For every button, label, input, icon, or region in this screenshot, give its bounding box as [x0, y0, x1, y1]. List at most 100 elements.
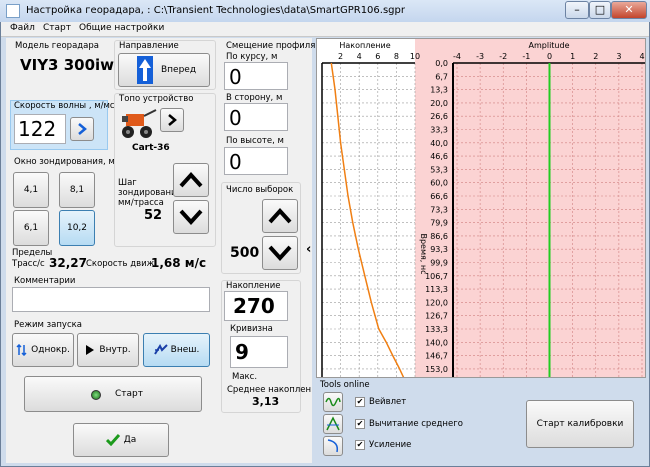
traces-value: 32,27 — [49, 256, 87, 270]
play-icon — [86, 345, 95, 355]
topo-label: Топо устройство — [119, 94, 194, 104]
menu-start[interactable]: Старт — [43, 23, 71, 33]
x-tick-label-amplitude: -2 — [499, 52, 507, 61]
avg-stacking-label: Среднее накоплен — [227, 385, 312, 395]
launch-external-button[interactable]: Внеш. — [143, 333, 210, 367]
offset-course-field[interactable]: 0 — [224, 62, 288, 90]
y-axis-label: Время, нс — [419, 233, 428, 274]
x-tick-label-amplitude: 1 — [570, 52, 575, 61]
window-option-8-1[interactable]: 8,1 — [59, 172, 95, 208]
y-tick-label: 13,3 — [430, 86, 448, 95]
stacking-label: Накопление — [226, 281, 281, 291]
window-option-10-2[interactable]: 10,2 — [59, 210, 95, 246]
traces-label: Трасс/с — [12, 259, 45, 269]
samples-label: Число выборок — [226, 185, 294, 195]
chevron-down-icon — [179, 209, 203, 225]
start-button-label: Старт — [115, 389, 143, 399]
y-tick-label: 79,9 — [430, 219, 448, 228]
x-tick-label-amplitude: 2 — [593, 52, 598, 61]
collapse-panel-arrow[interactable]: ‹ — [306, 242, 311, 257]
x-tick-label-stacking: 4 — [357, 52, 362, 61]
menu-file[interactable]: Файл — [10, 23, 35, 33]
samples-increase-button[interactable] — [262, 199, 298, 233]
direction-button[interactable]: Вперед — [118, 53, 210, 87]
subtract-mean-checkbox[interactable]: ✔ — [355, 419, 365, 429]
close-button[interactable]: ✕ — [611, 1, 647, 19]
y-tick-label: 146,7 — [425, 352, 448, 361]
launch-internal-label: Внутр. — [99, 345, 131, 355]
window-option-4-1[interactable]: 4,1 — [13, 172, 49, 208]
comments-field[interactable] — [12, 287, 210, 312]
y-tick-label: 153,0 — [425, 365, 448, 374]
wavelet-label: Вейвлет — [369, 397, 407, 407]
calibration-button[interactable]: Старт калибровки — [526, 400, 634, 448]
arrow-up-icon — [137, 56, 153, 84]
single-trigger-icon — [16, 344, 27, 356]
comments-label: Комментарии — [14, 276, 76, 286]
window-title: Настройка георадара, : C:\Transient Tech… — [26, 5, 405, 16]
start-button[interactable]: Старт — [24, 376, 202, 412]
wavelet-checkbox[interactable]: ✔ — [355, 397, 365, 407]
x-tick-label-amplitude: -1 — [522, 52, 530, 61]
wavelet-tool-button[interactable] — [323, 392, 343, 412]
wave-speed-field[interactable]: 122 — [14, 114, 66, 144]
step-increase-button[interactable] — [173, 163, 209, 197]
maximize-button[interactable]: □ — [589, 1, 611, 19]
step-decrease-button[interactable] — [173, 200, 209, 234]
y-tick-label: 20,0 — [430, 99, 448, 108]
x-tick-label-stacking: 2 — [338, 52, 343, 61]
amplitude-axis-title: Amplitude — [529, 41, 570, 50]
speed-value: 1,68 м/с — [151, 256, 207, 270]
wave-speed-button[interactable] — [70, 117, 94, 141]
topo-next-button[interactable] — [160, 108, 184, 132]
offset-side-field[interactable]: 0 — [224, 103, 288, 131]
y-tick-label: 93,3 — [430, 245, 448, 254]
offset-course-value: 0 — [229, 65, 242, 89]
subtract-mean-tool-button[interactable] — [323, 414, 343, 434]
step-label: Шаг зондирования мм/трасса — [118, 178, 182, 208]
menu-general-settings[interactable]: Общие настройки — [79, 23, 164, 33]
external-trigger-icon — [153, 344, 168, 355]
x-tick-label-stacking: 8 — [394, 52, 399, 61]
ok-button-label: Да — [123, 435, 137, 445]
samples-value: 500 — [230, 245, 260, 261]
ok-button[interactable]: Да — [73, 423, 169, 457]
offset-height-label: По высоте, м — [226, 136, 284, 146]
stacking-field[interactable]: 270 — [224, 291, 288, 321]
model-label: Модель георадара — [15, 41, 99, 51]
launch-single-label: Однокр. — [31, 345, 70, 355]
chevron-down-icon — [268, 245, 292, 261]
launch-single-button[interactable]: Однокр. — [12, 333, 74, 367]
direction-button-label: Вперед — [161, 65, 197, 75]
samples-decrease-button[interactable] — [262, 236, 298, 270]
minimize-button[interactable]: – — [565, 1, 589, 19]
x-tick-label-amplitude: 4 — [639, 52, 644, 61]
offset-course-label: По курсу, м — [226, 52, 278, 62]
y-tick-label: 73,3 — [430, 205, 448, 214]
y-tick-label: 46,6 — [430, 152, 448, 161]
chevron-right-icon — [168, 114, 177, 126]
checkmark-icon — [105, 434, 120, 446]
gain-icon — [327, 439, 339, 453]
gain-tool-button[interactable] — [323, 436, 343, 456]
launch-external-label: Внеш. — [170, 345, 200, 355]
wavelet-icon — [325, 397, 341, 407]
gpr-chart: 0,06,713,320,026,633,340,046,653,360,066… — [317, 39, 645, 377]
limits-label: Пределы — [12, 248, 53, 258]
launch-internal-button[interactable]: Внутр. — [77, 333, 139, 367]
chevron-up-icon — [179, 172, 203, 188]
offset-side-label: В сторону, м — [226, 93, 283, 103]
y-tick-label: 0,0 — [435, 59, 448, 68]
menu-bar: Файл Старт Общие настройки — [1, 22, 649, 37]
status-led-icon — [91, 390, 101, 400]
x-tick-label-amplitude: 3 — [616, 52, 621, 61]
offset-height-field[interactable]: 0 — [224, 147, 288, 175]
y-tick-label: 113,3 — [425, 285, 448, 294]
direction-label: Направление — [119, 41, 179, 51]
avg-stacking-value: 3,13 — [252, 395, 280, 408]
y-tick-label: 126,7 — [425, 312, 448, 321]
gain-checkbox[interactable]: ✔ — [355, 440, 365, 450]
y-tick-label: 140,0 — [425, 338, 448, 347]
window-option-6-1[interactable]: 6,1 — [13, 210, 49, 246]
curvature-field[interactable]: 9 — [230, 336, 288, 368]
